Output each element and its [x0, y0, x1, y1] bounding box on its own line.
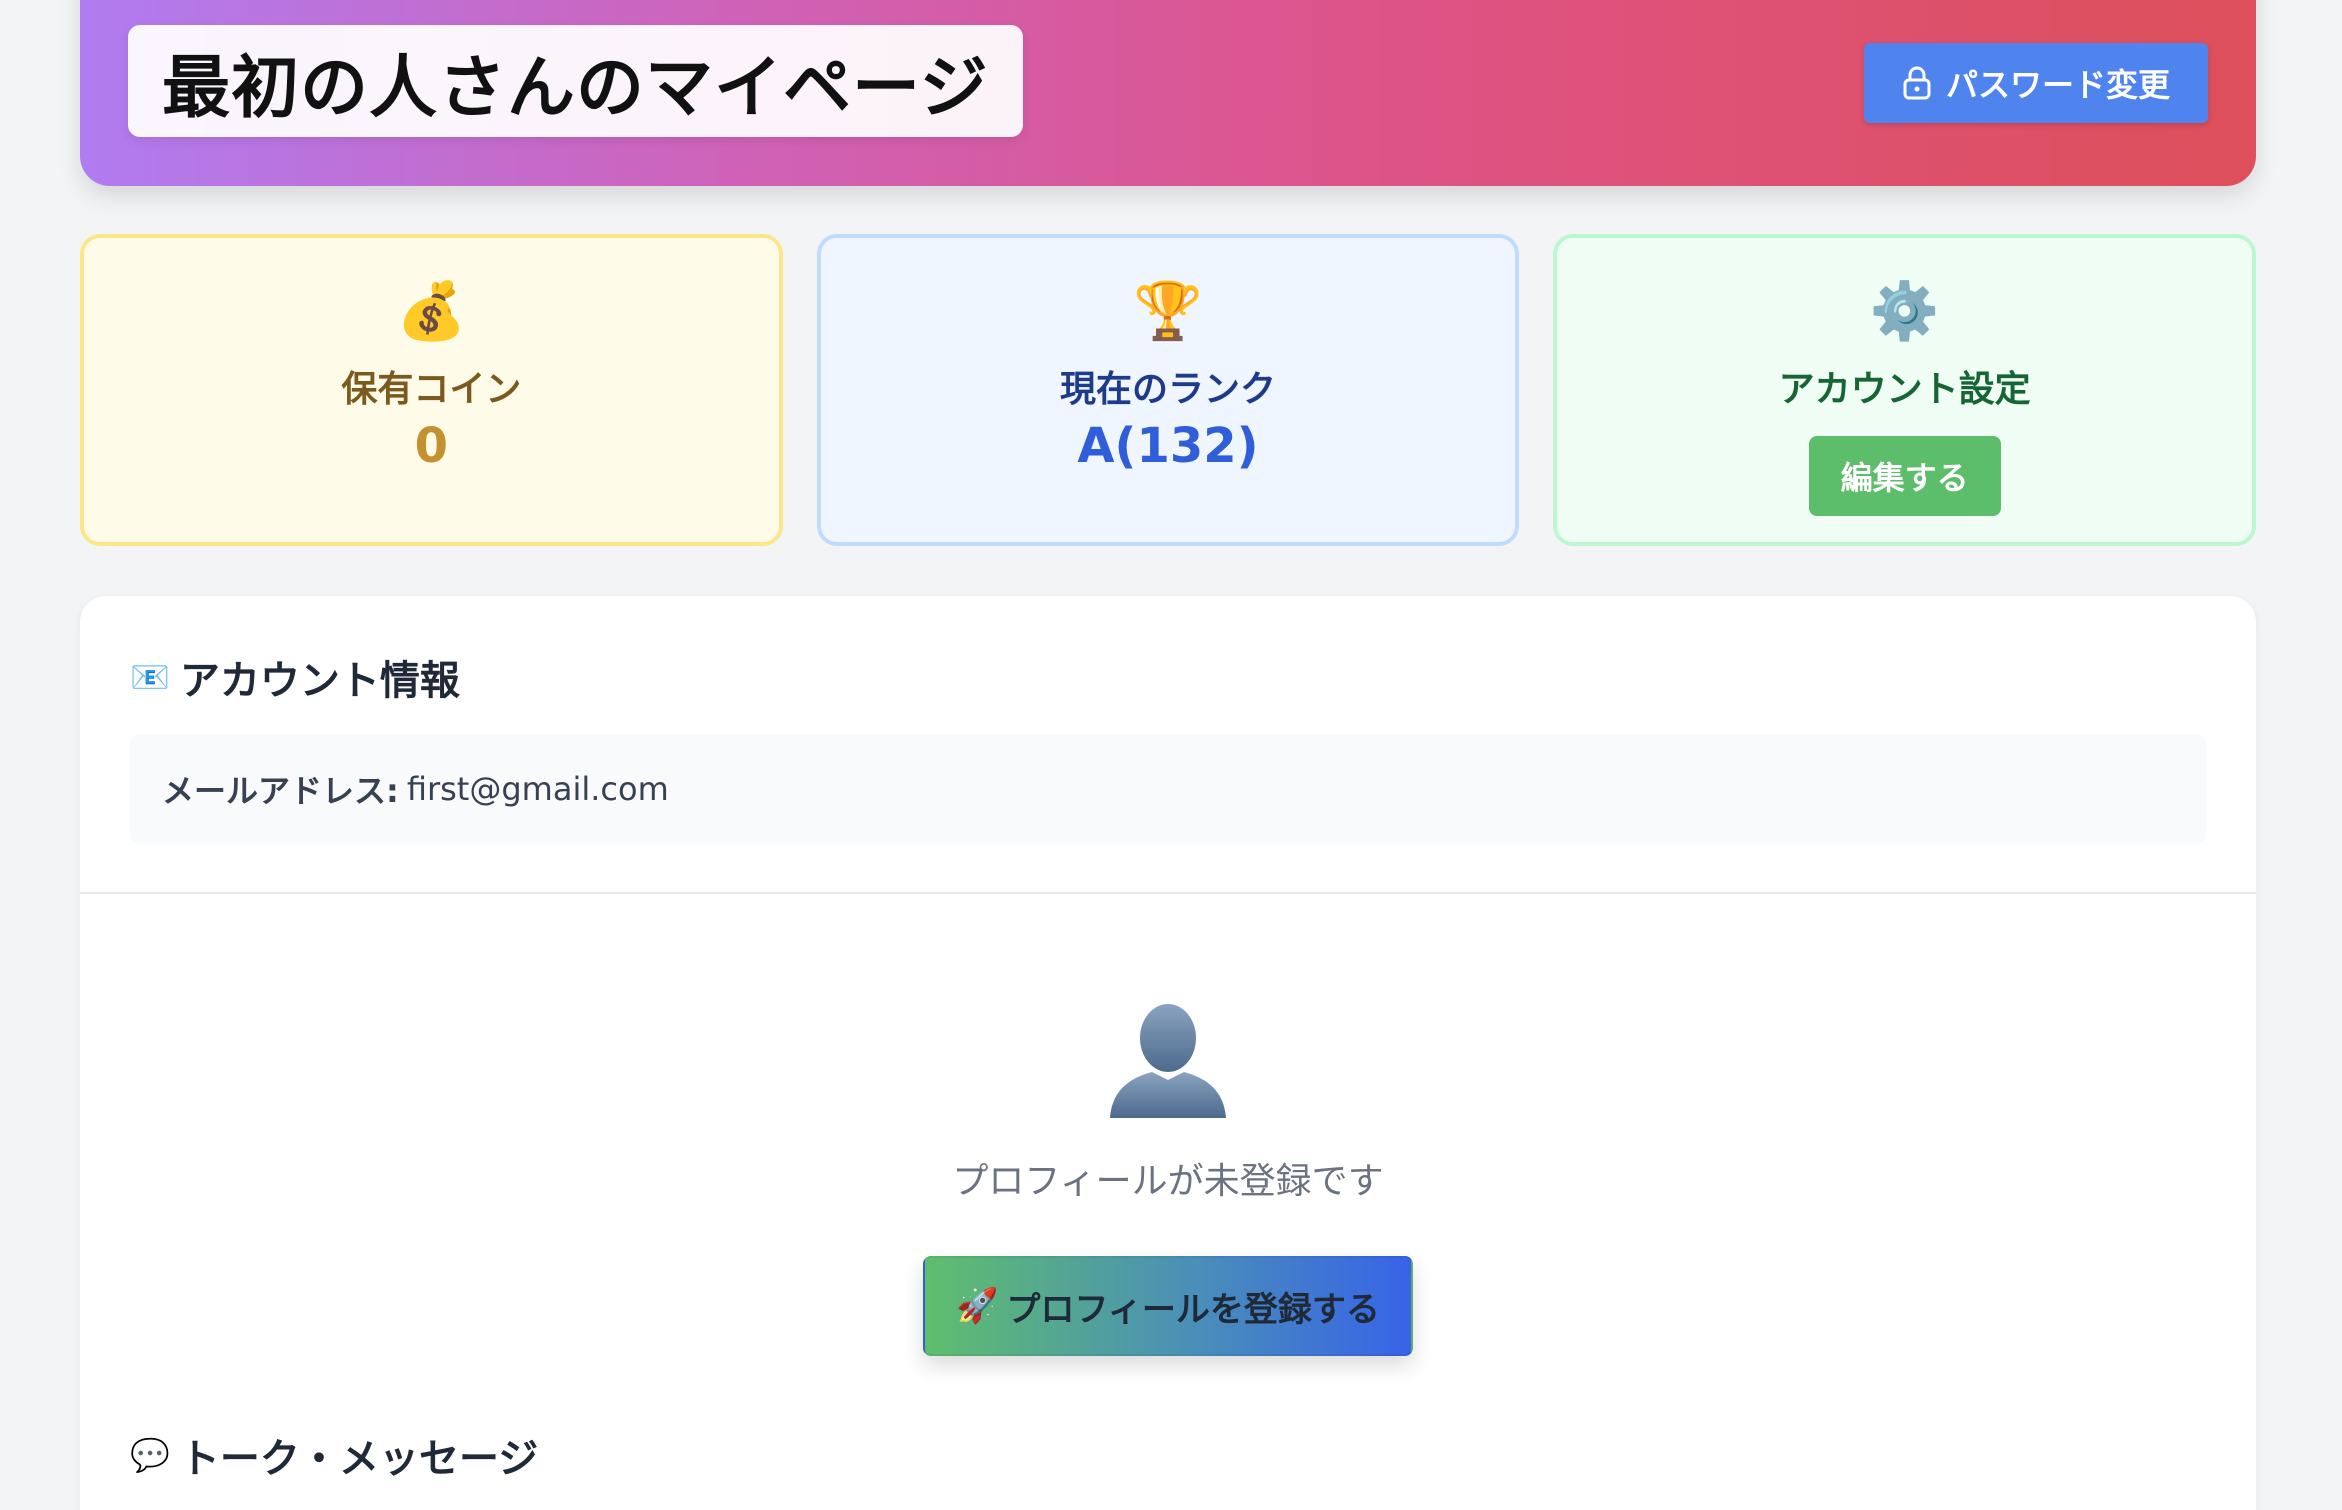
rank-card: 🏆 現在のランク A(132)	[816, 234, 1520, 546]
header-banner: 最初の人さんのマイページ パスワード変更	[80, 0, 2256, 186]
email-value: first@gmail.com	[406, 770, 669, 808]
coins-card: 💰 保有コイン 0	[80, 234, 783, 546]
coins-value: 0	[414, 418, 449, 474]
profile-empty-state: プロフィールが未登録です 🚀 プロフィールを登録する	[80, 1000, 2256, 1356]
account-info-title: アカウント情報	[179, 658, 460, 704]
register-profile-button[interactable]: 🚀 プロフィールを登録する	[923, 1256, 1413, 1356]
trophy-icon: 🏆	[1133, 279, 1203, 344]
speech-bubble-icon: 💬	[130, 1436, 170, 1474]
stat-cards: 💰 保有コイン 0 🏆 現在のランク A(132) ⚙️ アカウント設定 編集す…	[80, 234, 2257, 546]
rank-label: 現在のランク	[1060, 369, 1277, 410]
account-settings-card: ⚙️ アカウント設定 編集する	[1553, 234, 2257, 546]
money-bag-icon: 💰	[396, 279, 467, 344]
account-info-heading: 📧 アカウント情報	[130, 648, 460, 706]
change-password-label: パスワード変更	[1945, 66, 2170, 104]
gear-icon: ⚙️	[1869, 279, 1940, 344]
email-label: メールアドレス:	[162, 772, 399, 810]
account-settings-label: アカウント設定	[1778, 369, 2031, 410]
section-divider	[80, 892, 2256, 894]
page-title: 最初の人さんのマイページ	[162, 48, 989, 128]
edit-settings-button[interactable]: 編集する	[1808, 436, 2001, 516]
mypage: 最初の人さんのマイページ パスワード変更 💰 保有コイン 0 🏆 現在のランク …	[0, 0, 2342, 1510]
register-profile-label: プロフィールを登録する	[1006, 1289, 1380, 1330]
change-password-button[interactable]: パスワード変更	[1864, 43, 2208, 123]
main-panel: 📧 アカウント情報 メールアドレス: first@gmail.com プロフィー…	[80, 596, 2256, 1510]
email-row: メールアドレス: first@gmail.com	[130, 734, 2206, 844]
talk-heading: 💬 トーク・メッセージ	[130, 1426, 538, 1484]
envelope-icon: 📧	[130, 658, 170, 696]
lock-icon	[1903, 66, 1931, 100]
talk-title: トーク・メッセージ	[179, 1436, 539, 1482]
rocket-icon: 🚀	[956, 1286, 999, 1326]
user-silhouette-icon	[1108, 1000, 1228, 1118]
coins-label: 保有コイン	[341, 369, 522, 410]
rank-value: A(132)	[1077, 418, 1259, 474]
page-title-box: 最初の人さんのマイページ	[128, 25, 1023, 137]
profile-empty-text: プロフィールが未登録です	[952, 1161, 1384, 1202]
